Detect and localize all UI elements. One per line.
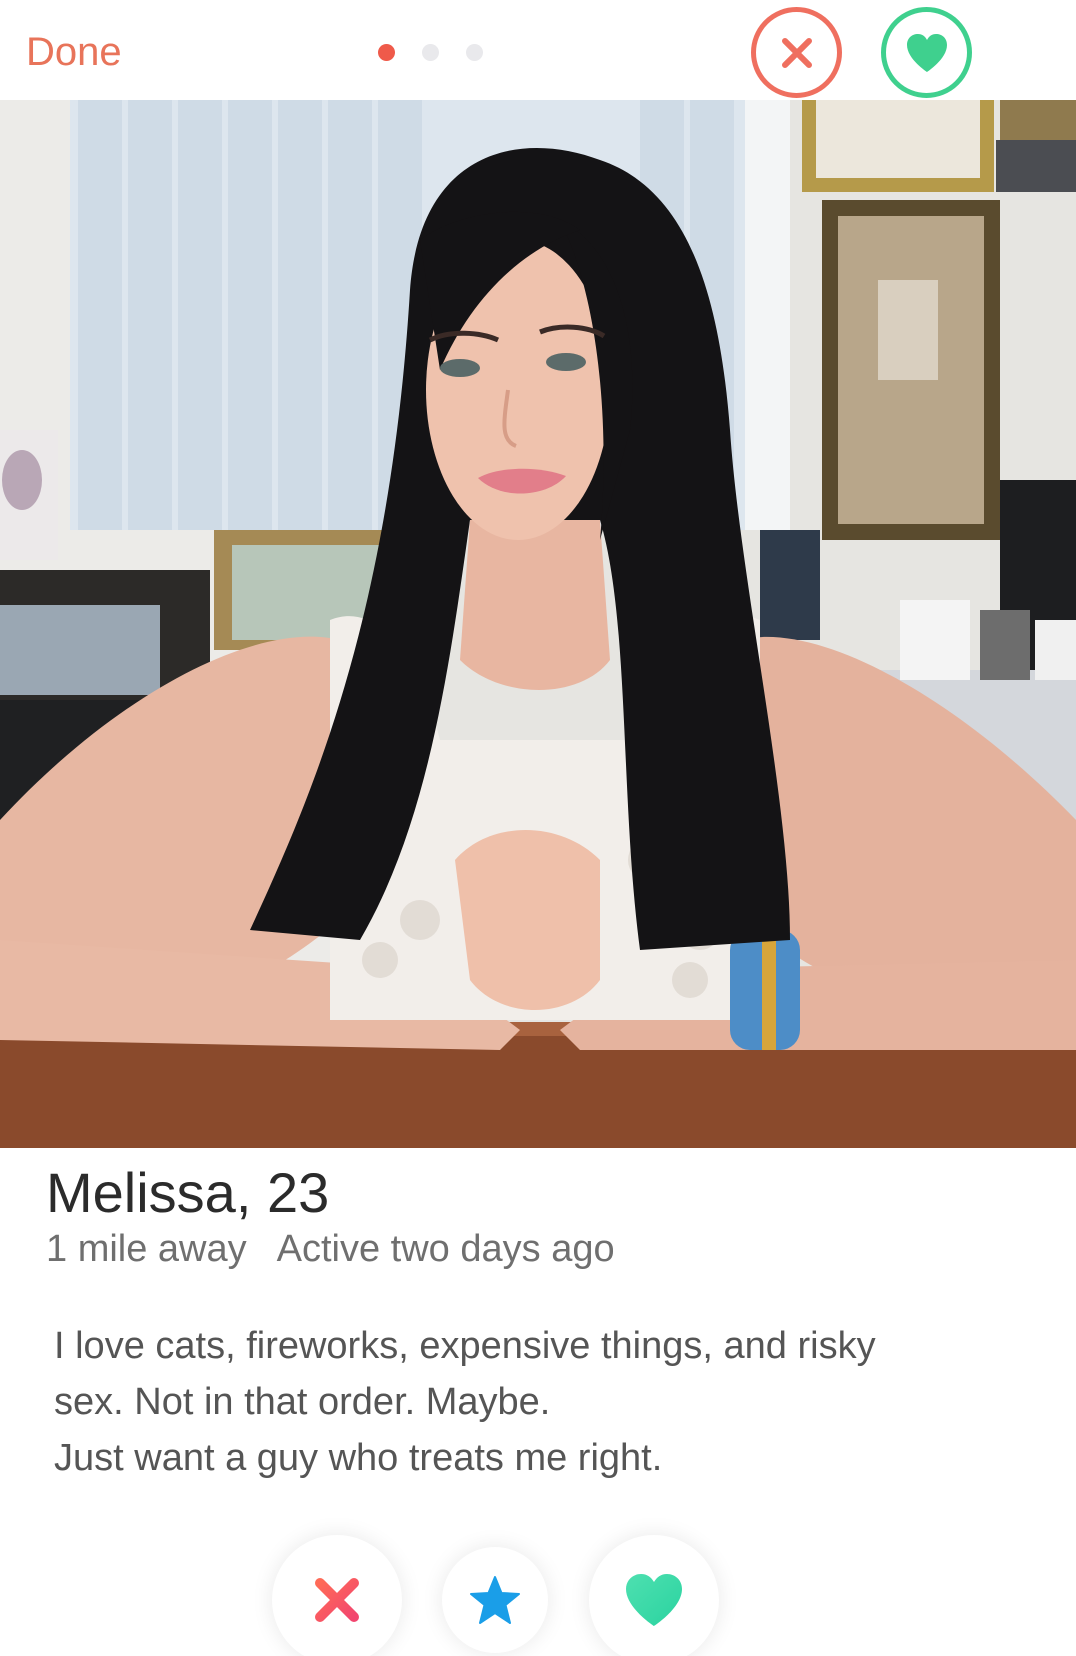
profile-screen: Done Melissa, 23 1 mile away Active two … [0,0,1076,1656]
heart-icon [626,1574,682,1626]
top-like-button[interactable] [881,7,972,98]
distance-text: 1 mile away [46,1228,247,1270]
profile-name-age: Melissa, 23 [46,1161,330,1224]
nope-button[interactable] [272,1535,402,1656]
bio-line: sex. Not in that order. Maybe. [54,1381,551,1423]
profile-bio: I love cats, fireworks, expensive things… [54,1318,1014,1486]
last-active-text: Active two days ago [276,1228,615,1270]
bio-line: Just want a guy who treats me right. [54,1437,663,1479]
top-bar: Done [0,0,1076,100]
page-dot-2[interactable] [422,44,439,61]
close-icon [315,1578,359,1622]
page-dot-3[interactable] [466,44,483,61]
super-like-button[interactable] [442,1547,548,1653]
top-nope-button[interactable] [751,7,842,98]
heart-icon [906,33,947,72]
like-button[interactable] [589,1535,719,1656]
profile-meta: 1 mile away Active two days ago [46,1228,615,1271]
close-icon [781,37,812,68]
star-icon [470,1576,520,1624]
page-dot-1[interactable] [378,44,395,61]
profile-photo[interactable] [0,100,1076,1148]
bio-line: I love cats, fireworks, expensive things… [54,1325,876,1367]
done-button[interactable]: Done [26,30,122,75]
photo-pagination [378,44,483,61]
